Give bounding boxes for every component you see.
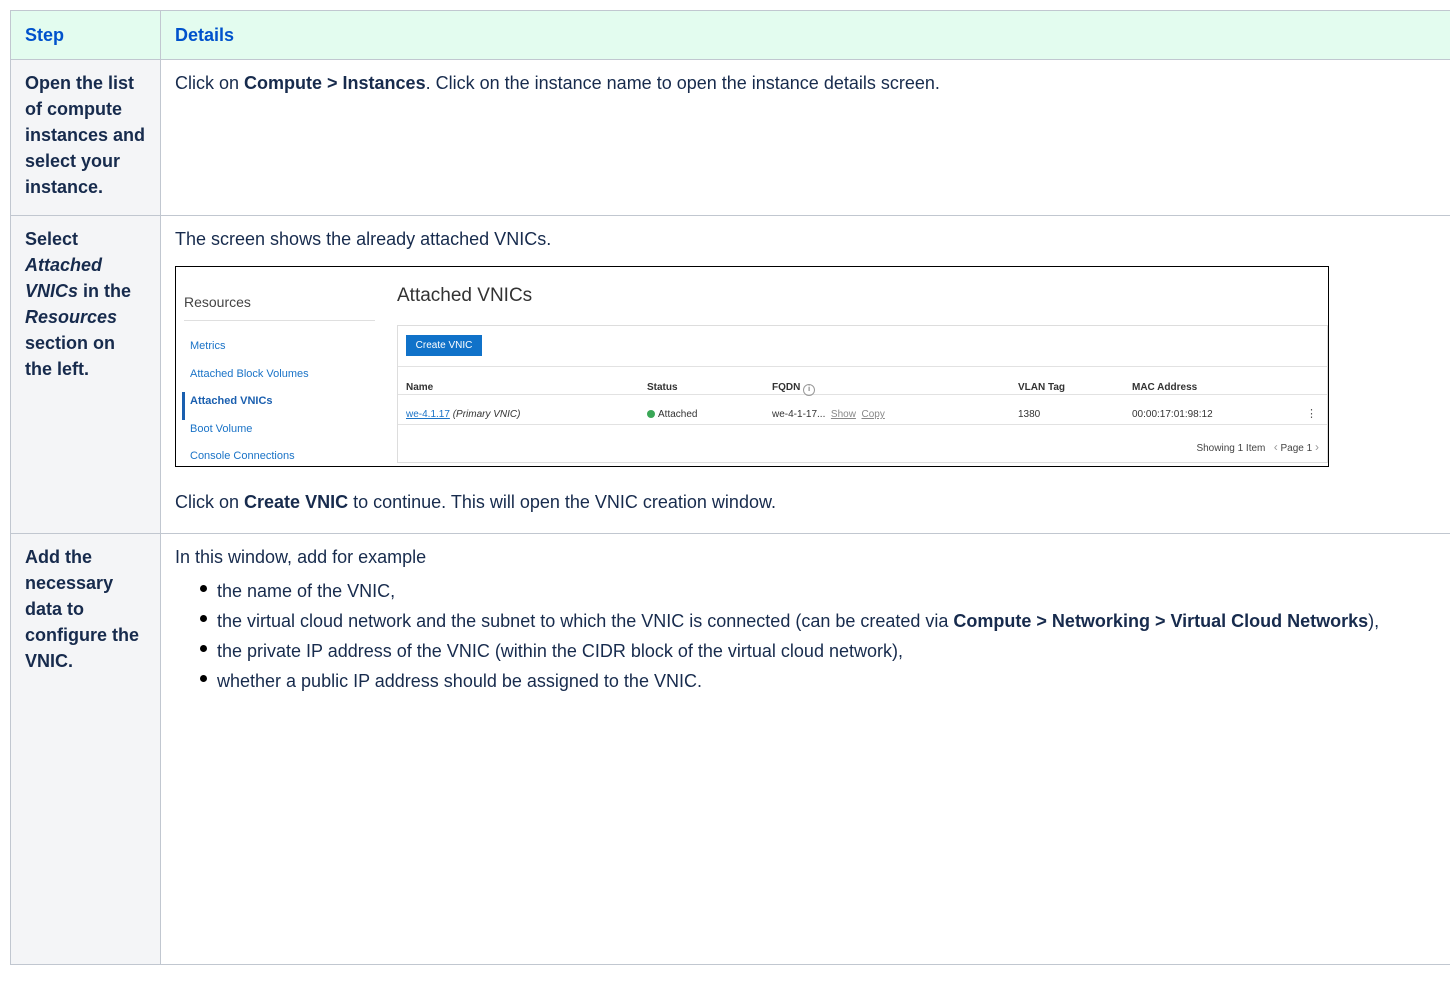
resources-list: Metrics Attached Block Volumes Attached … <box>182 337 377 466</box>
list-item: the private IP address of the VNIC (with… <box>200 640 1445 662</box>
resources-title: Resources <box>184 294 251 310</box>
table-row: we-4.1.17 (Primary VNIC) Attached we-4-1… <box>398 394 1327 425</box>
panel-title: Attached VNICs <box>397 285 533 306</box>
table-row: Open the list of compute instances and s… <box>10 59 1450 216</box>
page-label: Page 1 <box>1280 443 1313 454</box>
vnic-panel: Create VNIC Name Status FQDN i VLAN Tag … <box>397 325 1328 463</box>
chevron-left-icon[interactable]: ‹ <box>1274 440 1278 454</box>
copy-link[interactable]: Copy <box>862 409 885 420</box>
details-text: In this window, add for example <box>175 547 427 567</box>
vnic-name-cell: we-4.1.17 (Primary VNIC) <box>406 402 520 428</box>
step-cell: Select Attached VNICs in the Resources s… <box>10 215 161 534</box>
resource-item-console-connections[interactable]: Console Connections <box>182 447 377 466</box>
details-cell: The screen shows the already attached VN… <box>160 215 1450 534</box>
status-dot-icon <box>647 410 655 418</box>
resource-item-metrics[interactable]: Metrics <box>182 337 377 365</box>
status-cell: Attached <box>647 402 697 428</box>
details-cell: In this window, add for example the name… <box>160 533 1450 965</box>
step-cell: Open the list of compute instances and s… <box>10 59 161 216</box>
details-text: Click on Create VNIC to continue. This w… <box>175 492 776 512</box>
table-header: Name Status FQDN i VLAN Tag MAC Address <box>398 366 1327 396</box>
step-cell: Add the necessary data to configure the … <box>10 533 161 965</box>
item-count: Showing 1 Item <box>1196 443 1266 454</box>
chevron-right-icon[interactable]: › <box>1315 440 1319 454</box>
header-details: Details <box>160 10 1450 60</box>
table-row: Select Attached VNICs in the Resources s… <box>10 215 1450 534</box>
instructions-table: Step Details Open the list of compute in… <box>10 10 1450 965</box>
primary-note: (Primary VNIC) <box>452 409 521 420</box>
vnic-name-link[interactable]: we-4.1.17 <box>406 409 450 420</box>
list-item: the virtual cloud network and the subnet… <box>200 610 1445 632</box>
details-text: Click on Compute > Instances. Click on t… <box>175 73 940 93</box>
list-item: the name of the VNIC, <box>200 580 1445 602</box>
create-vnic-button[interactable]: Create VNIC <box>406 335 482 356</box>
kebab-menu-icon[interactable]: ⋮ <box>1306 401 1317 427</box>
resource-item-block-volumes[interactable]: Attached Block Volumes <box>182 365 377 393</box>
header-step: Step <box>10 10 161 60</box>
mac-cell: 00:00:17:01:98:12 <box>1132 409 1213 420</box>
divider <box>184 320 375 321</box>
resource-item-attached-vnics[interactable]: Attached VNICs <box>182 392 377 420</box>
pagination: Showing 1 Item ‹ Page 1 › <box>1196 434 1319 462</box>
list-item: whether a public IP address should be as… <box>200 670 1445 692</box>
fqdn-cell: we-4-1-17... Show Copy <box>772 409 885 420</box>
details-cell: Click on Compute > Instances. Click on t… <box>160 59 1450 216</box>
vnic-screenshot: Resources Metrics Attached Block Volumes… <box>175 266 1329 467</box>
show-link[interactable]: Show <box>831 409 856 420</box>
resource-item-boot-volume[interactable]: Boot Volume <box>182 420 377 448</box>
create-vnic-reference: Create VNIC <box>244 492 349 512</box>
table-row: Add the necessary data to configure the … <box>10 533 1450 965</box>
vlan-cell: 1380 <box>1018 409 1041 420</box>
details-text: The screen shows the already attached VN… <box>175 229 552 249</box>
menu-path: Compute > Instances <box>244 73 426 93</box>
bullet-list: the name of the VNIC, the virtual cloud … <box>175 580 1445 692</box>
